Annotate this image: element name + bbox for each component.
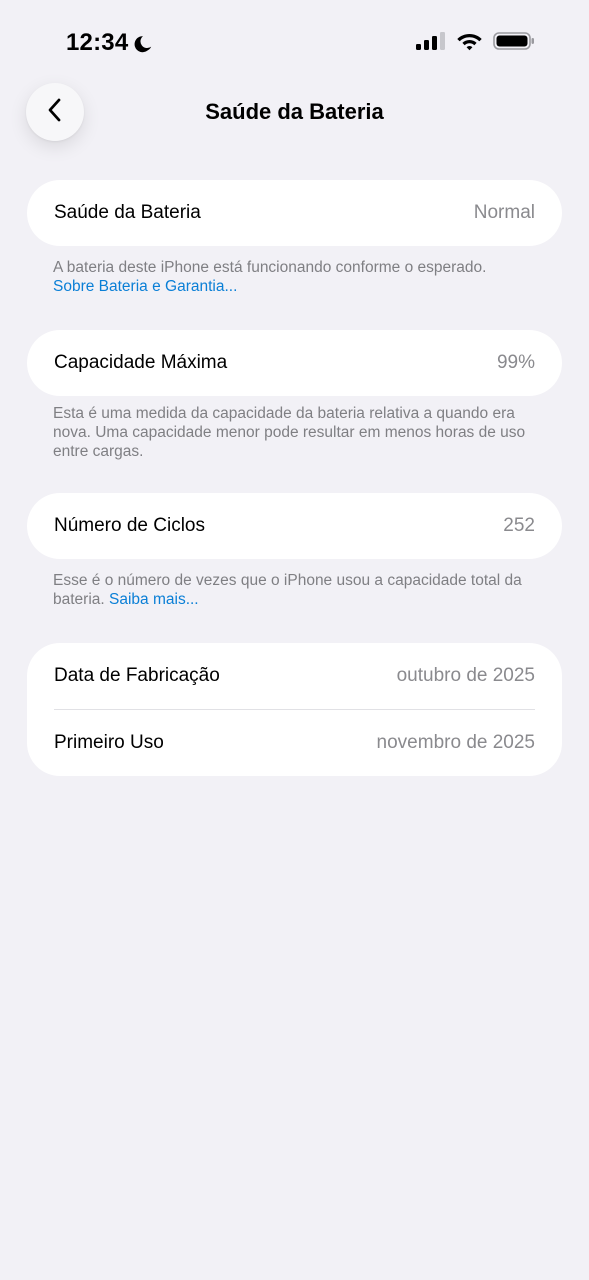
learn-more-link[interactable]: Saiba mais... <box>109 591 199 608</box>
first-use-label: Primeiro Uso <box>54 732 164 753</box>
first-use-row: Primeiro Uso novembro de 2025 <box>27 710 562 776</box>
status-bar-icons <box>416 31 535 56</box>
battery-health-footnote: A bateria deste iPhone está funcionando … <box>53 258 543 296</box>
cycle-count-row: Número de Ciclos 252 <box>27 493 562 559</box>
max-capacity-row: Capacidade Máxima 99% <box>27 330 562 396</box>
first-use-value: novembro de 2025 <box>376 732 535 753</box>
manufacture-date-row: Data de Fabricação outubro de 2025 <box>27 643 562 709</box>
battery-health-label: Saúde da Bateria <box>54 202 201 223</box>
battery-health-card: Saúde da Bateria Normal <box>27 180 562 246</box>
battery-health-footnote-text: A bateria deste iPhone está funcionando … <box>53 259 487 276</box>
cycle-count-label: Número de Ciclos <box>54 515 205 536</box>
max-capacity-label: Capacidade Máxima <box>54 352 228 373</box>
time-text: 12:34 <box>66 29 129 56</box>
cycle-count-value: 252 <box>503 515 535 536</box>
battery-health-value: Normal <box>473 202 535 223</box>
cycle-count-footnote: Esse é o número de vezes que o iPhone us… <box>53 571 543 609</box>
max-capacity-value: 99% <box>496 352 535 373</box>
manufacture-date-value: outubro de 2025 <box>396 665 535 686</box>
battery-health-row: Saúde da Bateria Normal <box>27 180 562 246</box>
wifi-icon <box>456 31 483 56</box>
max-capacity-card: Capacidade Máxima 99% <box>27 330 562 396</box>
cellular-signal-icon <box>416 31 446 56</box>
manufacture-date-label: Data de Fabricação <box>54 665 220 686</box>
battery-health-screen: 12:34 Saúde da Bateria Saúde da Bateria … <box>0 0 589 1280</box>
dates-card: Data de Fabricação outubro de 2025 Prime… <box>27 643 562 776</box>
battery-warranty-link[interactable]: Sobre Bateria e Garantia... <box>53 277 543 296</box>
moon-icon <box>134 33 154 53</box>
max-capacity-footnote: Esta é uma medida da capacidade da bater… <box>53 405 526 460</box>
page-title: Saúde da Bateria <box>205 99 384 124</box>
status-bar-time: 12:34 <box>66 29 154 57</box>
cycle-count-card: Número de Ciclos 252 <box>27 493 562 559</box>
battery-icon <box>493 31 535 56</box>
